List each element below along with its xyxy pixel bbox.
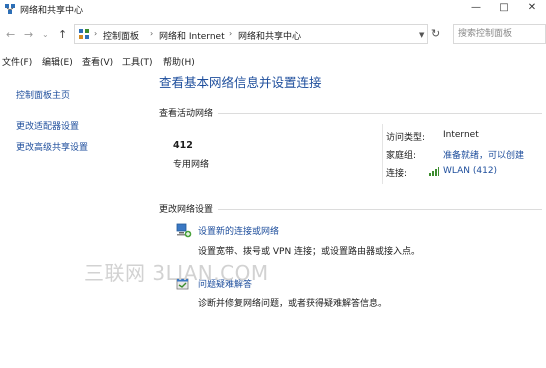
page-title: 查看基本网络信息并设置连接 (159, 75, 322, 90)
breadcrumb-separator-icon: › (150, 29, 154, 38)
breadcrumb-sharing-center[interactable]: 网络和共享中心 (238, 29, 301, 42)
network-name: 412 (173, 140, 193, 151)
window-title: 网络和共享中心 (20, 6, 84, 16)
breadcrumb-network-internet[interactable]: 网络和 Internet (159, 29, 225, 42)
menu-edit[interactable]: 编辑(E) (42, 55, 73, 68)
breadcrumb-separator-icon: › (94, 29, 98, 38)
network-center-icon (5, 4, 15, 14)
section-divider (218, 113, 542, 114)
connections-label: 连接: (386, 169, 408, 179)
address-bar[interactable]: › 控制面板 › 网络和 Internet › 网络和共享中心 (74, 24, 428, 44)
up-arrow-icon[interactable]: ↑ (58, 28, 67, 41)
forward-arrow-icon[interactable]: → (24, 28, 33, 41)
sidebar-item-change-adapter-settings[interactable]: 更改适配器设置 (16, 119, 79, 132)
active-networks-heading: 查看活动网络 (159, 109, 214, 119)
setup-new-connection-link[interactable]: 设置新的连接或网络 (198, 224, 279, 237)
sidebar-item-control-panel-home[interactable]: 控制面板主页 (16, 88, 70, 101)
change-settings-heading: 更改网络设置 (159, 205, 214, 215)
menu-file[interactable]: 文件(F) (2, 55, 32, 68)
section-divider (218, 209, 542, 210)
network-type: 专用网络 (173, 160, 210, 170)
access-type-label: 访问类型: (386, 133, 426, 143)
vertical-divider (382, 124, 383, 184)
wifi-signal-icon (429, 167, 439, 176)
recent-dropdown-icon[interactable]: ⌄ (42, 30, 49, 39)
minimize-button[interactable]: — (462, 0, 490, 18)
breadcrumb-control-panel[interactable]: 控制面板 (103, 29, 139, 42)
address-dropdown-icon[interactable]: ▼ (419, 31, 424, 39)
homegroup-link[interactable]: 准备就绪，可以创建 (443, 148, 524, 161)
close-button[interactable]: ✕ (518, 0, 546, 18)
sidebar-item-change-advanced-sharing[interactable]: 更改高级共享设置 (16, 140, 88, 153)
title-bar: 网络和共享中心 — □ ✕ (0, 0, 546, 20)
breadcrumb-separator-icon: › (229, 29, 233, 38)
troubleshoot-description: 诊断并修复网络问题，或者获得疑难解答信息。 (198, 299, 388, 309)
setup-new-connection-description: 设置宽带、拨号或 VPN 连接；或设置路由器或接入点。 (198, 247, 421, 257)
menu-tools[interactable]: 工具(T) (122, 55, 153, 68)
search-input[interactable] (458, 27, 536, 41)
access-type-value: Internet (443, 130, 479, 140)
menu-view[interactable]: 查看(V) (82, 55, 113, 68)
search-box[interactable] (453, 24, 546, 44)
maximize-button[interactable]: □ (490, 0, 518, 18)
homegroup-label: 家庭组: (386, 151, 417, 161)
back-arrow-icon[interactable]: ← (6, 28, 15, 41)
watermark: 三联网 3LIAN.COM (84, 261, 269, 285)
wlan-connection-link[interactable]: WLAN (412) (443, 166, 497, 176)
control-panel-icon (79, 29, 89, 39)
new-connection-icon (176, 223, 192, 238)
menu-help[interactable]: 帮助(H) (163, 55, 195, 68)
refresh-icon[interactable]: ↻ (431, 27, 440, 40)
